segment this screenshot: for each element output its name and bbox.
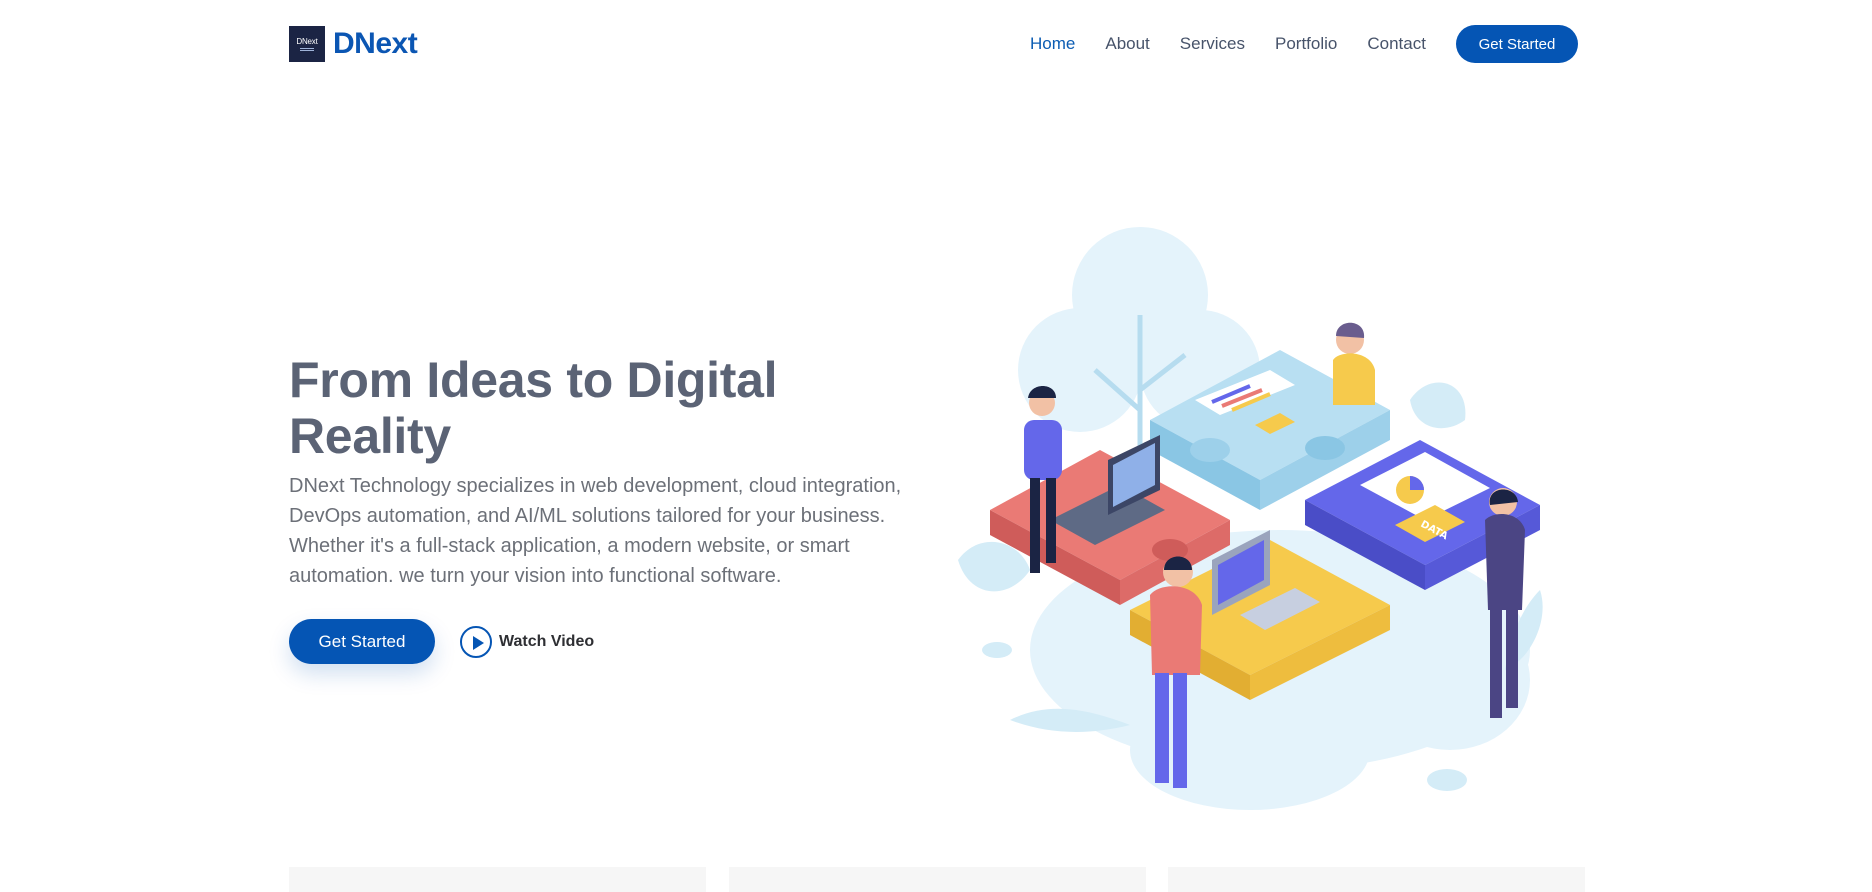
hero-description: DNext Technology specializes in web deve… [289,475,902,587]
person-top [1333,322,1375,405]
logo-wave-icon [300,47,314,51]
feature-card [1168,867,1585,892]
header-get-started-button[interactable]: Get Started [1455,25,1578,63]
hero-get-started-button[interactable]: Get Started [289,619,435,664]
logo[interactable]: DNext DNext [289,26,418,62]
logo-mark-text: DNext [296,36,318,46]
main-nav: Home About Services Portfolio Contact Ge… [1030,25,1578,63]
watch-video-label: Watch Video [499,632,595,650]
nav-about[interactable]: About [1105,34,1149,54]
feature-card [289,867,706,892]
nav-home[interactable]: Home [1030,34,1075,54]
hero-title: From Ideas to Digital Reality [289,352,778,464]
site-header: DNext DNext Home About Services Portfoli… [0,0,1872,88]
feature-cards-row [289,867,1585,892]
hero-illustration: DATA [958,227,1543,810]
nav-services[interactable]: Services [1180,34,1245,54]
hero-actions: Get Started Watch Video [289,619,594,664]
feature-card [729,867,1146,892]
nav-portfolio[interactable]: Portfolio [1275,34,1337,54]
logo-icon: DNext [289,26,325,62]
play-icon [460,625,492,658]
logo-text: DNext [333,27,418,60]
nav-contact[interactable]: Contact [1367,34,1426,54]
watch-video-button[interactable]: Watch Video [460,625,595,658]
